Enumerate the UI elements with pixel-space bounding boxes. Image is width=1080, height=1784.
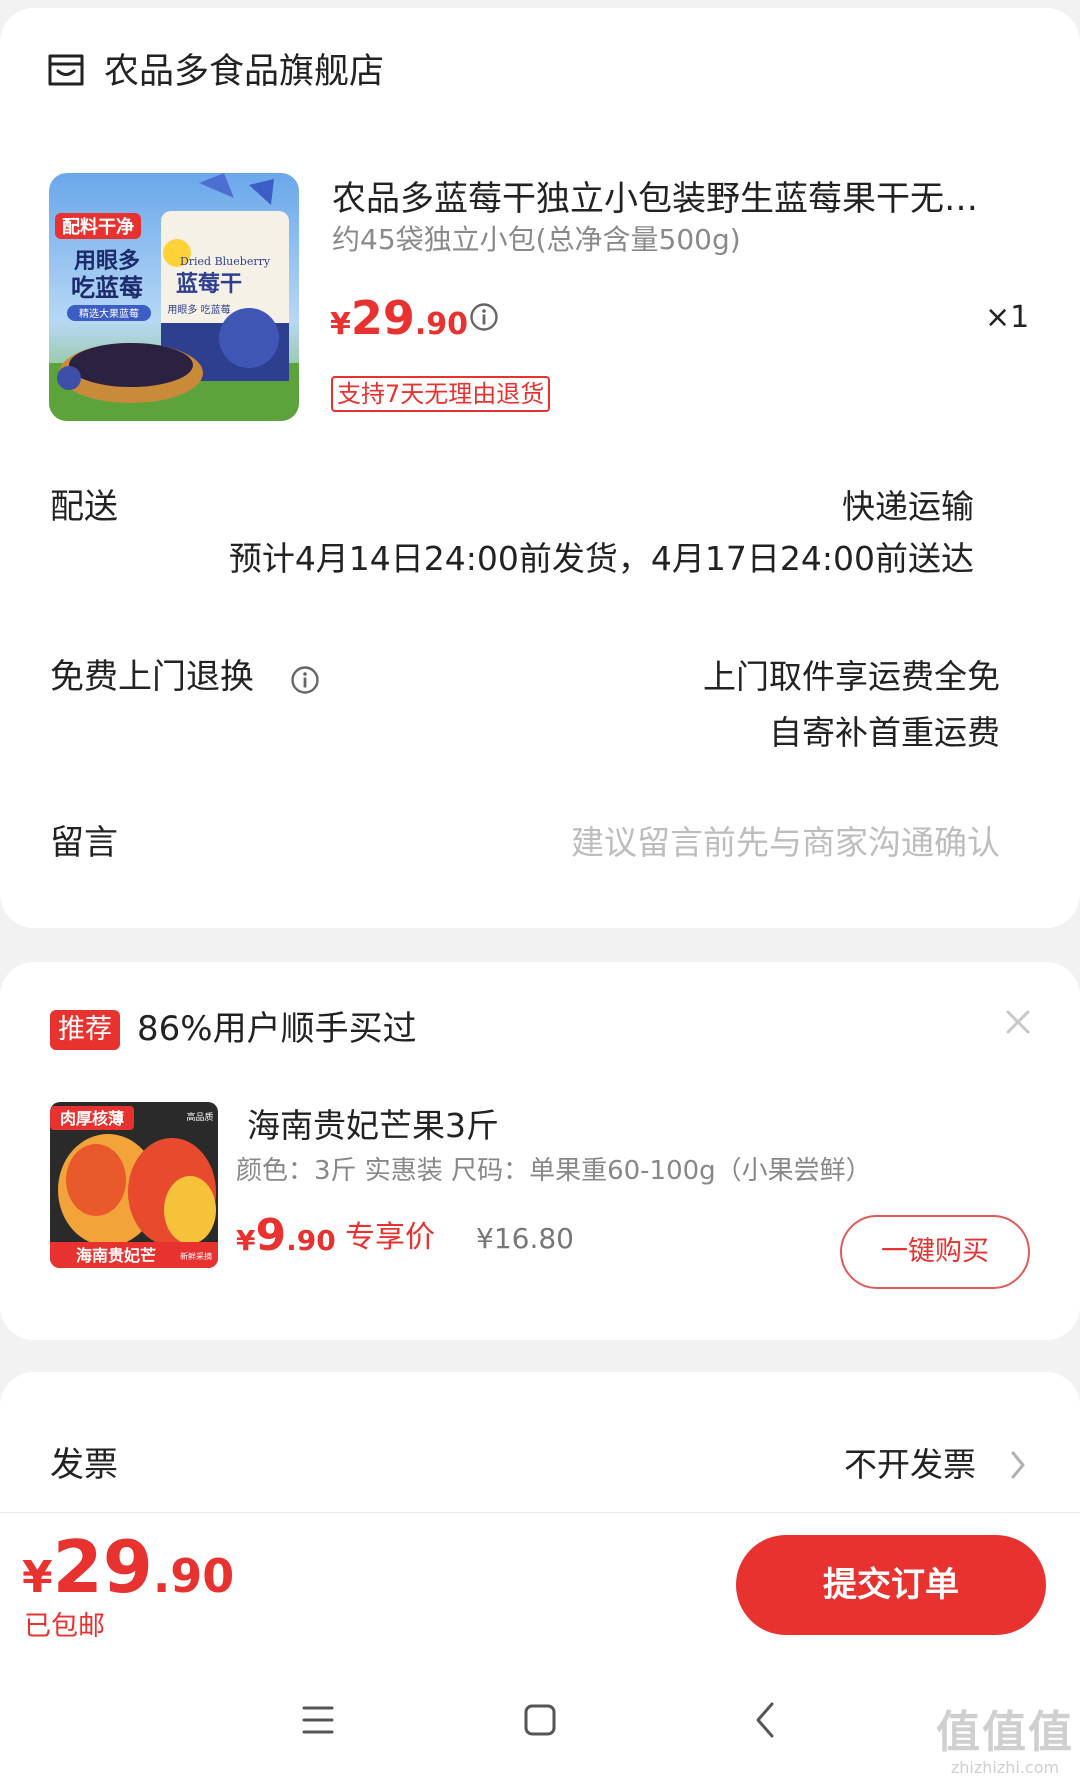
quantity[interactable]: ×1 <box>985 298 1029 338</box>
total-integer: 29 <box>52 1525 153 1609</box>
thumb-line1: 用眼多 <box>74 248 140 274</box>
thumb-brand-en: Dried Blueberry <box>180 255 271 268</box>
free-return-line1: 上门取件享运费全免 <box>703 657 1000 696</box>
one-click-buy-button[interactable]: 一键购买 <box>840 1215 1030 1289</box>
delivery-method[interactable]: 快递运输 <box>842 484 974 530</box>
home-icon[interactable] <box>510 1690 570 1750</box>
free-return-info-icon[interactable] <box>290 665 320 695</box>
close-icon[interactable] <box>1004 1008 1032 1036</box>
mango-banner-text: 海南贵妃芒 <box>76 1246 156 1265</box>
store-icon <box>48 54 84 86</box>
watermark: 值值值 zhizhizhi.com <box>936 1708 1074 1778</box>
product-spec[interactable]: 约45袋独立小包(总净含量500g) <box>332 220 741 260</box>
watermark-url: zhizhizhi.com <box>950 1758 1060 1777</box>
checkout-bar: ¥29.90 已包邮 提交订单 <box>0 1512 1080 1654</box>
submit-order-button[interactable]: 提交订单 <box>736 1535 1046 1635</box>
thumb-line2: 吃蓝莓 <box>71 274 143 302</box>
thumb-pack-sub: 用眼多 吃蓝莓 <box>167 303 230 316</box>
exclusive-price-label: 专享价 <box>345 1220 435 1255</box>
recommend-tag: 推荐 <box>50 1010 120 1050</box>
rec-price-decimal: .90 <box>286 1224 336 1257</box>
free-return-label: 免费上门退换 <box>50 657 254 697</box>
recommend-title: 86%用户顺手买过 <box>137 1009 417 1049</box>
product-price: ¥29.90 <box>330 290 468 357</box>
price-decimal: .90 <box>414 307 469 342</box>
mango-corner-text: 高品质 <box>186 1111 213 1123</box>
store-name[interactable]: 农品多食品旗舰店 <box>104 50 384 94</box>
recommend-card: 推荐 86%用户顺手买过 肉厚核薄 高品质 海南贵妃芒 新鲜采摘 海南贵妃芒果3… <box>0 962 1080 1340</box>
free-shipping-note: 已包邮 <box>24 1611 105 1642</box>
rec-price-integer: 9 <box>255 1210 287 1261</box>
invoice-label: 发票 <box>50 1445 118 1485</box>
thumb-sub: 精选大果蓝莓 <box>79 307 139 320</box>
message-label: 留言 <box>50 823 118 863</box>
free-return-line2: 自寄补首重运费 <box>769 713 1000 752</box>
product-title[interactable]: 农品多蓝莓干独立小包装野生蓝莓果干无… <box>332 176 1032 222</box>
recommend-thumbnail[interactable]: 肉厚核薄 高品质 海南贵妃芒 新鲜采摘 <box>50 1102 218 1268</box>
back-icon[interactable] <box>736 1690 796 1750</box>
watermark-logo: 值值值 <box>936 1707 1074 1758</box>
return-policy-tag: 支持7天无理由退货 <box>331 376 551 412</box>
thumb-badge-text: 配料干净 <box>62 216 134 238</box>
chevron-right-icon[interactable] <box>1008 1448 1028 1482</box>
product-thumbnail[interactable]: 配料干净 用眼多 吃蓝莓 精选大果蓝莓 Dried Blueberry 蓝莓干 … <box>49 173 299 421</box>
system-nav-bar: 值值值 zhizhizhi.com <box>0 1654 1080 1784</box>
recommend-item-name[interactable]: 海南贵妃芒果3斤 <box>247 1104 499 1148</box>
price-integer: 29 <box>350 291 415 345</box>
total-decimal: .90 <box>152 1549 235 1603</box>
recommend-item-price: ¥9.90 <box>236 1210 336 1271</box>
menu-icon[interactable] <box>288 1690 348 1750</box>
rec-price-currency: ¥ <box>236 1224 256 1257</box>
message-input[interactable]: 建议留言前先与商家沟通确认 <box>571 820 1000 866</box>
invoice-value[interactable]: 不开发票 <box>844 1442 976 1488</box>
price-currency: ¥ <box>330 307 351 342</box>
thumb-pack-title: 蓝莓干 <box>176 271 242 297</box>
price-info-icon[interactable] <box>469 302 499 332</box>
mango-badge-text: 肉厚核薄 <box>60 1109 124 1128</box>
order-card: 农品多食品旗舰店 配料干净 用眼多 吃蓝莓 精选大果蓝莓 Dried Blueb… <box>0 8 1080 928</box>
delivery-estimate: 预计4月14日24:00前发货，4月17日24:00前送达 <box>228 539 974 578</box>
recommend-item-spec: 颜色：3斤 实惠装 尺码：单果重60-100g（小果尝鲜） <box>236 1156 872 1186</box>
original-price: ¥16.80 <box>476 1222 574 1255</box>
mango-banner-side: 新鲜采摘 <box>180 1251 212 1261</box>
total-currency: ¥ <box>22 1552 53 1603</box>
delivery-label: 配送 <box>50 487 118 527</box>
